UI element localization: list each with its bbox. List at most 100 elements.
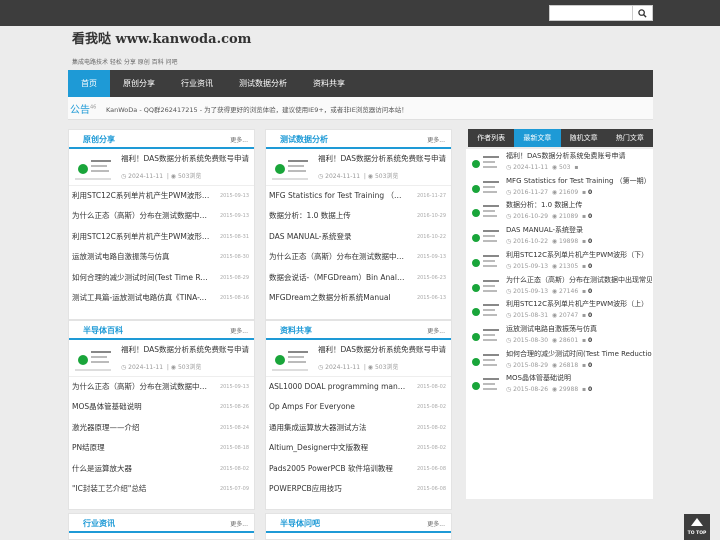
list-item-title[interactable]: DAS MANUAL-系统登录 — [269, 227, 407, 247]
sidebar-article-title[interactable]: 运放测试电路自激振荡与仿真 — [506, 324, 652, 334]
sidebar-article-title[interactable]: 如何合理的减少测试时间(Test Time Reduction) — [506, 349, 652, 359]
list-item-title[interactable]: POWERPCB应用技巧 — [269, 479, 407, 499]
more-link[interactable]: 更多... — [230, 519, 248, 528]
nav-test-data-analysis[interactable]: 测试数据分析 — [226, 70, 300, 97]
featured-thumbnail[interactable] — [268, 343, 313, 374]
panel-title[interactable]: 半导体问吧 — [280, 518, 320, 529]
sidebar-article-title[interactable]: 福利！DAS数据分析系统免费账号申请 — [506, 151, 652, 161]
sidebar-thumbnail[interactable] — [467, 247, 503, 275]
list-item-title[interactable]: Altium_Designer中文版教程 — [269, 438, 407, 458]
featured-thumbnail[interactable] — [71, 343, 116, 374]
sidebar-article: DAS MANUAL-系统登录 ◷ 2016-10-22 ◉ 19898 ▪ 0 — [466, 223, 653, 251]
panel-original-share: 原创分享 更多... 福利！DAS数据分析系统免费账号申请 ◷ 2024-11-11 … — [68, 129, 255, 320]
list-item-date: 2015-09-13 — [416, 254, 446, 261]
more-link[interactable]: 更多... — [427, 135, 445, 144]
list-item: 测试工具篇-运放测试电路仿真《TINA-TI》 2015-08-16 — [69, 288, 254, 308]
sidebar-article-views: 21609 — [559, 188, 579, 196]
sidebar-thumbnail[interactable] — [467, 272, 503, 300]
more-link[interactable]: 更多... — [230, 326, 248, 335]
featured-title[interactable]: 福利！DAS数据分析系统免费账号申请 — [318, 153, 450, 164]
featured-title[interactable]: 福利！DAS数据分析系统免费账号申请 — [121, 344, 253, 355]
list-item-title[interactable]: MFGDream之数据分析系统Manual — [269, 288, 407, 308]
clock-icon: ◷ — [121, 364, 127, 371]
sidebar-thumbnail[interactable] — [467, 321, 503, 349]
list-item-title[interactable]: Op Amps For Everyone — [269, 397, 407, 417]
search-button[interactable] — [633, 5, 653, 21]
list-item-title[interactable]: 如何合理的减少测试时间(Test Time Reduction) — [72, 268, 210, 288]
sidebar-article-views: 26818 — [559, 361, 579, 369]
list-item-title[interactable]: Pads2005 PowerPCB 软件培训教程 — [269, 459, 407, 479]
tab-latest[interactable]: 最新文章 — [514, 129, 561, 147]
more-link[interactable]: 更多... — [427, 326, 445, 335]
clock-icon: ◷ — [506, 238, 512, 246]
list-item-title[interactable]: 激光器原理——介绍 — [72, 418, 210, 438]
list-item-title[interactable]: 为什么正态（高斯）分布在测试数据中出现 — [269, 247, 407, 267]
list-item-title[interactable]: 运放测试电路自激振荡与仿真 — [72, 247, 210, 267]
sidebar-article-title[interactable]: MOS晶体管基础说明 — [506, 373, 652, 383]
list-item-title[interactable]: 为什么正态（高斯）分布在测试数据中出现 — [72, 206, 210, 226]
tab-popular[interactable]: 热门文章 — [607, 129, 653, 147]
comment-icon: ▪ — [581, 386, 587, 394]
list-item-title[interactable]: "IC封装工艺介绍"总结 — [72, 479, 210, 499]
sidebar-article-title[interactable]: 利用STC12C系列单片机产生PWM波形（上） — [506, 299, 652, 309]
featured-thumbnail[interactable] — [71, 152, 116, 183]
sidebar-article-meta: ◷ 2015-08-30 ◉ 28601 ▪ 0 — [506, 337, 592, 344]
list-item-title[interactable]: 为什么正态（高斯）分布在测试数据中出现 — [72, 377, 210, 397]
tab-random[interactable]: 随机文章 — [561, 129, 607, 147]
sidebar-article-title[interactable]: 为什么正态（高斯）分布在测试数据中出现常见 — [506, 275, 652, 285]
panel-title[interactable]: 资料共享 — [280, 325, 312, 336]
sidebar-article-title[interactable]: MFG Statistics for Test Training （第一期） — [506, 176, 652, 186]
panel-title[interactable]: 行业资讯 — [83, 518, 115, 529]
article-thumbnail-icon — [467, 198, 503, 226]
eye-icon: ◉ — [551, 262, 558, 270]
list-item-title[interactable]: MFG Statistics for Test Training （第一期） — [269, 186, 407, 206]
list-item-title[interactable]: 通用集成运算放大器测试方法 — [269, 418, 407, 438]
nav-home[interactable]: 首页 — [68, 70, 110, 97]
featured-article: 福利！DAS数据分析系统免费账号申请 ◷ 2024-11-11 | ◉ 503浏览 — [266, 149, 451, 186]
sidebar-thumbnail[interactable] — [467, 223, 503, 251]
panel-title[interactable]: 半导体百科 — [83, 325, 123, 336]
sidebar-thumbnail[interactable] — [467, 346, 503, 374]
site-logo[interactable]: 看我哒 www.kanwoda.com — [72, 28, 251, 47]
search-input[interactable] — [549, 5, 633, 21]
list-item-title[interactable]: 数据分析：1.0 数据上传 — [269, 206, 407, 226]
list-item-date: 2015-08-31 — [219, 233, 249, 240]
tab-authors[interactable]: 作者列表 — [468, 129, 514, 147]
sidebar-thumbnail[interactable] — [467, 198, 503, 226]
sidebar-article-title[interactable]: 利用STC12C系列单片机产生PWM波形（下） — [506, 250, 652, 260]
sidebar-article-title[interactable]: DAS MANUAL-系统登录 — [506, 225, 652, 235]
list-item-title[interactable]: 利用STC12C系列单片机产生PWM波形（下） — [72, 186, 210, 206]
list-item-title[interactable]: ASL1000 DOAL programming manual — [269, 377, 407, 397]
sidebar-thumbnail[interactable] — [467, 297, 503, 325]
featured-title[interactable]: 福利！DAS数据分析系统免费账号申请 — [318, 344, 450, 355]
nav-resource-share[interactable]: 资料共享 — [300, 70, 358, 97]
panel-title[interactable]: 测试数据分析 — [280, 134, 328, 145]
nav-original-share[interactable]: 原创分享 — [110, 70, 168, 97]
sidebar-thumbnail[interactable] — [467, 149, 503, 176]
list-item-title[interactable]: MOS晶体管基础说明 — [72, 397, 210, 417]
feature-chart-thumbnail — [71, 152, 116, 183]
more-link[interactable]: 更多... — [427, 519, 445, 528]
list-item-title[interactable]: 什么是运算放大器 — [72, 459, 210, 479]
nav-industry-news[interactable]: 行业资讯 — [168, 70, 226, 97]
featured-title[interactable]: 福利！DAS数据分析系统免费账号申请 — [121, 153, 253, 164]
eye-icon: ◉ — [551, 188, 558, 196]
sidebar-article: 利用STC12C系列单片机产生PWM波形（上） ◷ 2015-08-31 ◉ 20… — [466, 297, 653, 325]
list-item-title[interactable]: 数据会说话-（MFGDream）Bin Analysis — [269, 268, 407, 288]
list-item-title[interactable]: 利用STC12C系列单片机产生PWM波形（上） — [72, 227, 210, 247]
notice-title: 公告46 — [70, 104, 97, 116]
list-item-title[interactable]: 测试工具篇-运放测试电路仿真《TINA-TI》 — [72, 288, 210, 308]
back-to-top-button[interactable]: TO TOP — [684, 514, 710, 540]
sidebar-thumbnail[interactable] — [467, 173, 503, 201]
sidebar-article-title[interactable]: 数据分析：1.0 数据上传 — [506, 200, 652, 210]
sidebar-article-views: 20747 — [559, 312, 579, 320]
featured-date: 2024-11-11 — [128, 364, 164, 371]
sidebar-article: 福利！DAS数据分析系统免费账号申请 ◷ 2024-11-11 ◉ 503 ▪ — [466, 149, 653, 176]
featured-thumbnail[interactable] — [268, 152, 313, 183]
sidebar-article-date: 2015-08-26 — [513, 386, 549, 394]
panel-title[interactable]: 原创分享 — [83, 134, 115, 145]
more-link[interactable]: 更多... — [230, 135, 248, 144]
eye-icon: ◉ — [551, 213, 558, 221]
sidebar-thumbnail[interactable] — [467, 371, 503, 399]
list-item-title[interactable]: PN结原理 — [72, 438, 210, 458]
